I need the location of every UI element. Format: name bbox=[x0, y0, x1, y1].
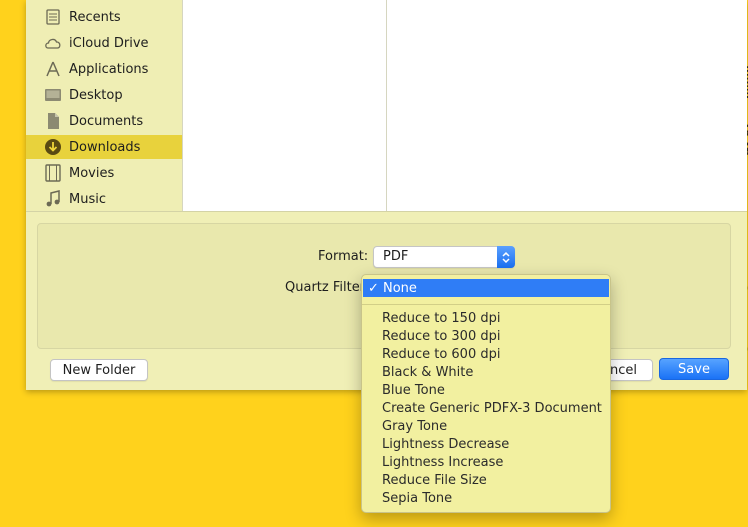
recents-icon bbox=[44, 8, 62, 26]
sidebar-item-documents[interactable]: Documents bbox=[26, 109, 182, 133]
menu-item-label: Lightness Increase bbox=[382, 454, 504, 470]
menu-item[interactable]: Reduce to 600 dpi bbox=[362, 345, 610, 363]
menu-item[interactable]: Create Generic PDFX-3 Document bbox=[362, 399, 610, 417]
music-icon bbox=[44, 190, 62, 208]
sidebar-item-label: Desktop bbox=[69, 87, 123, 103]
menu-item[interactable]: Blue Tone bbox=[362, 381, 610, 399]
sidebar-item-recents[interactable]: Recents bbox=[26, 5, 182, 29]
menu-item-label: Lightness Decrease bbox=[382, 436, 510, 452]
icloud-icon bbox=[44, 34, 62, 52]
menu-item[interactable]: Sepia Tone bbox=[362, 489, 610, 507]
menu-item[interactable]: Lightness Increase bbox=[362, 453, 610, 471]
sidebar-item-label: Recents bbox=[69, 9, 121, 25]
sidebar-item-downloads[interactable]: Downloads bbox=[26, 135, 182, 159]
quartz-filter-menu: ✓ None Reduce to 150 dpi Reduce to 300 d… bbox=[361, 274, 611, 513]
sidebar-item-label: Music bbox=[69, 191, 106, 207]
menu-item-label: Black & White bbox=[382, 364, 474, 380]
menu-item-label: Sepia Tone bbox=[382, 490, 453, 506]
menu-item[interactable]: Reduce File Size bbox=[362, 471, 610, 489]
sidebar-item-label: iCloud Drive bbox=[69, 35, 149, 51]
checkmark-icon: ✓ bbox=[368, 280, 379, 296]
sidebar-item-applications[interactable]: Applications bbox=[26, 57, 182, 81]
menu-separator bbox=[362, 304, 610, 305]
desktop-icon bbox=[44, 86, 62, 104]
menu-item[interactable]: Lightness Decrease bbox=[362, 435, 610, 453]
menu-item-label: Reduce File Size bbox=[382, 472, 487, 488]
quartz-filter-label: Quartz Filter bbox=[285, 280, 366, 295]
documents-icon bbox=[44, 112, 62, 130]
new-folder-button[interactable]: New Folder bbox=[50, 359, 148, 381]
downloads-icon bbox=[44, 138, 62, 156]
chevron-updown-icon bbox=[497, 246, 515, 268]
format-popup[interactable]: PDF bbox=[373, 246, 515, 268]
sidebar-item-music[interactable]: Music bbox=[26, 187, 182, 211]
menu-item[interactable]: Reduce to 150 dpi bbox=[362, 309, 610, 327]
movies-icon bbox=[44, 164, 62, 182]
menu-item-label: None bbox=[383, 280, 417, 296]
format-value: PDF bbox=[383, 249, 409, 264]
menu-item-label: Reduce to 150 dpi bbox=[382, 310, 501, 326]
sidebar-item-icloud-drive[interactable]: iCloud Drive bbox=[26, 31, 182, 55]
sidebar-item-label: Applications bbox=[69, 61, 149, 77]
menu-item-label: Create Generic PDFX-3 Document bbox=[382, 400, 602, 416]
sidebar-item-movies[interactable]: Movies bbox=[26, 161, 182, 185]
browser-bottom-divider bbox=[26, 211, 747, 212]
sidebar-item-desktop[interactable]: Desktop bbox=[26, 83, 182, 107]
format-label: Format: bbox=[318, 249, 369, 264]
sidebar-item-label: Documents bbox=[69, 113, 144, 129]
menu-item-label: Gray Tone bbox=[382, 418, 448, 434]
save-button[interactable]: Save bbox=[659, 358, 729, 380]
sidebar: Recents iCloud Drive Applications Deskto… bbox=[26, 0, 182, 211]
menu-item[interactable]: Reduce to 300 dpi bbox=[362, 327, 610, 345]
menu-item[interactable]: Gray Tone bbox=[362, 417, 610, 435]
menu-item[interactable]: Black & White bbox=[362, 363, 610, 381]
menu-item-label: Blue Tone bbox=[382, 382, 445, 398]
sidebar-item-label: Downloads bbox=[69, 139, 141, 155]
sidebar-item-label: Movies bbox=[69, 165, 115, 181]
browser-column-2[interactable] bbox=[387, 0, 747, 211]
menu-item-none[interactable]: ✓ None bbox=[363, 279, 609, 297]
menu-item-label: Reduce to 300 dpi bbox=[382, 328, 501, 344]
menu-item-label: Reduce to 600 dpi bbox=[382, 346, 501, 362]
browser-column-1[interactable] bbox=[183, 0, 386, 211]
applications-icon bbox=[44, 60, 62, 78]
